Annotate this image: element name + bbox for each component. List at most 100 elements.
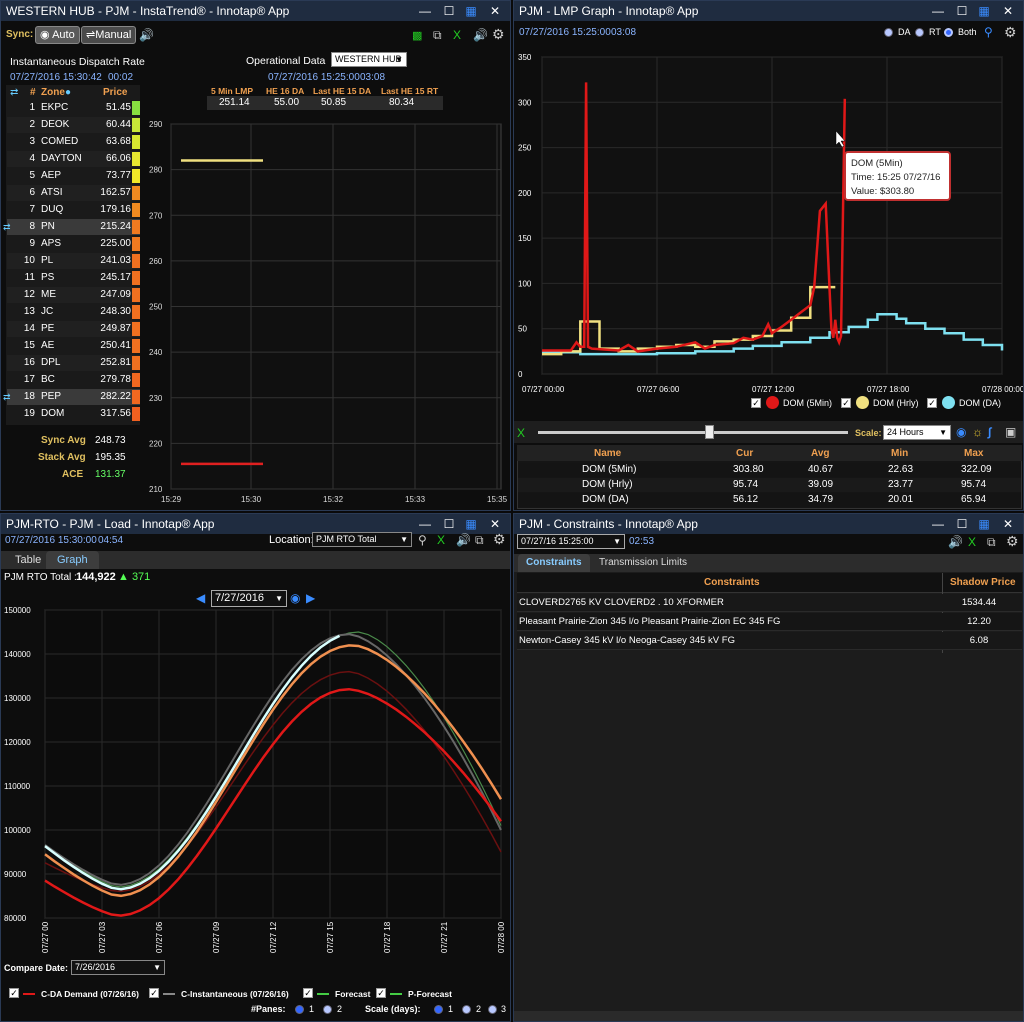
hub-select[interactable]: WESTERN HUB ▼ [331,52,407,67]
zone-row[interactable]: 9 APS 225.00 [7,236,140,252]
swap-icon[interactable]: ⇄ [10,87,18,98]
both-radio[interactable] [944,28,953,37]
legend-checkbox[interactable]: ✓ [303,988,313,998]
image-icon[interactable]: ▣ [1005,425,1016,439]
gear-icon[interactable]: ⚙ [492,27,505,41]
speaker-icon[interactable]: 🔊 [948,535,963,549]
excel-icon[interactable]: X [453,28,461,42]
horizontal-scrollbar[interactable] [514,1011,1023,1021]
zone-row[interactable]: 3 COMED 63.68 [7,134,140,150]
zone-row[interactable]: 14 PE 249.87 [7,321,140,337]
popout-icon[interactable]: ⧉ [433,28,442,42]
zone-row[interactable]: ⇄ 8 PN 215.24 [3,219,140,235]
window-title: PJM - LMP Graph - Innotap® App [519,4,699,18]
scale-3-radio[interactable] [488,1005,497,1014]
maximize-icon[interactable]: ☐ [951,1,973,21]
time-slider-track[interactable] [538,431,848,434]
speaker-icon[interactable]: 🔊 [456,533,471,547]
gear-icon[interactable]: ⚙ [1006,534,1019,548]
zone-row[interactable]: 5 AEP 73.77 [7,168,140,184]
zone-row[interactable]: ⇄ 18 PEP 282.22 [3,389,140,405]
tab-constraints[interactable]: Constraints [518,554,590,572]
minimize-icon[interactable]: — [927,1,949,21]
speaker-icon[interactable]: 🔊 [473,28,488,42]
zone-row[interactable]: 10 PL 241.03 [7,253,140,269]
stats-col-header: Max [964,448,984,459]
curve-icon[interactable]: ∫ [988,425,991,439]
zone-row[interactable]: 6 ATSI 162.57 [7,185,140,201]
maximize-icon[interactable]: ☐ [438,1,460,21]
zone-row[interactable]: 19 DOM 317.56 [7,406,140,422]
zone-row[interactable]: 11 PS 245.17 [7,270,140,286]
rt-radio[interactable] [915,28,924,37]
swap-icon[interactable]: ⇄ [3,219,11,235]
sun-icon[interactable]: ☼ [972,425,983,439]
popout-icon[interactable]: ⧉ [475,533,484,547]
price-swatch [132,203,140,217]
price-header[interactable]: Price [103,87,127,98]
tile-icon[interactable]: ▦ [460,1,482,21]
zone-row[interactable]: 13 JC 248.30 [7,304,140,320]
scale-2-radio[interactable] [462,1005,471,1014]
legend-checkbox[interactable]: ✓ [9,988,19,998]
zone-row[interactable]: 4 DAYTON 66.06 [7,151,140,167]
minimize-icon[interactable]: — [927,514,949,534]
close-icon[interactable]: ✕ [997,514,1019,534]
minimize-icon[interactable]: — [414,1,436,21]
maximize-icon[interactable]: ☐ [438,514,460,534]
minimize-icon[interactable]: — [414,514,436,534]
next-date-icon[interactable]: ▶ [306,591,315,605]
constraints-col-header[interactable]: Constraints [704,577,760,588]
legend-checkbox[interactable]: ✓ [927,398,937,408]
close-icon[interactable]: ✕ [484,1,506,21]
excel-icon[interactable]: X [437,533,445,547]
location-select[interactable]: PJM RTO Total ▼ [312,532,412,547]
eye-icon[interactable]: ◉ [290,591,300,605]
legend-checkbox[interactable]: ✓ [149,988,159,998]
swap-icon[interactable]: ⇄ [3,389,11,405]
zone-header[interactable]: Zone [41,87,65,98]
y-tick-label: 100 [518,279,532,288]
legend-checkbox[interactable]: ✓ [841,398,851,408]
gear-icon[interactable]: ⚙ [1004,25,1017,39]
export-icon[interactable]: ▩ [412,29,422,43]
sort-icon[interactable]: ● [65,87,71,98]
tile-icon[interactable]: ▦ [460,514,482,534]
pin-icon[interactable]: ⚲ [984,25,993,39]
zone-row[interactable]: 15 AE 250.41 [7,338,140,354]
zone-row[interactable]: 1 EKPC 51.45 [7,100,140,116]
excel-icon[interactable]: X [968,535,976,549]
time-slider-thumb[interactable] [705,425,714,439]
pane-1-radio[interactable] [295,1005,304,1014]
popout-icon[interactable]: ⧉ [987,535,996,549]
scale-1-radio[interactable] [434,1005,443,1014]
zone-row[interactable]: 7 DUQ 179.16 [7,202,140,218]
zone-row[interactable]: 12 ME 247.09 [7,287,140,303]
tab-graph[interactable]: Graph [46,551,99,569]
scale-select[interactable]: 24 Hours ▼ [883,425,951,440]
tab-table[interactable]: Table [5,551,51,569]
legend-checkbox[interactable]: ✓ [376,988,386,998]
tile-icon[interactable]: ▦ [973,1,995,21]
maximize-icon[interactable]: ☐ [951,514,973,534]
close-icon[interactable]: ✕ [997,1,1019,21]
zone-row[interactable]: 16 DPL 252.81 [7,355,140,371]
eye-icon[interactable]: ◉ [956,425,966,439]
legend-checkbox[interactable]: ✓ [751,398,761,408]
speaker-icon[interactable]: 🔊 [139,28,154,42]
auto-button[interactable]: ◉ Auto [35,26,80,44]
constraints-time-select[interactable]: 07/27/16 15:25:00 ▼ [517,534,625,549]
manual-button[interactable]: ⇌Manual [81,26,137,44]
gear-icon[interactable]: ⚙ [493,532,506,546]
da-radio[interactable] [884,28,893,37]
excel-icon[interactable]: X [517,426,525,440]
shadow-price-header[interactable]: Shadow Price [950,577,1016,588]
tab-transmission-limits[interactable]: Transmission Limits [591,554,695,572]
zone-row[interactable]: 17 BC 279.78 [7,372,140,388]
search-icon[interactable]: ⚲ [418,533,427,547]
zone-row[interactable]: 2 DEOK 60.44 [7,117,140,133]
prev-date-icon[interactable]: ◀ [196,591,205,605]
compare-select[interactable]: 7/26/2016 ▼ [71,960,165,975]
tile-icon[interactable]: ▦ [973,514,995,534]
pane-2-radio[interactable] [323,1005,332,1014]
